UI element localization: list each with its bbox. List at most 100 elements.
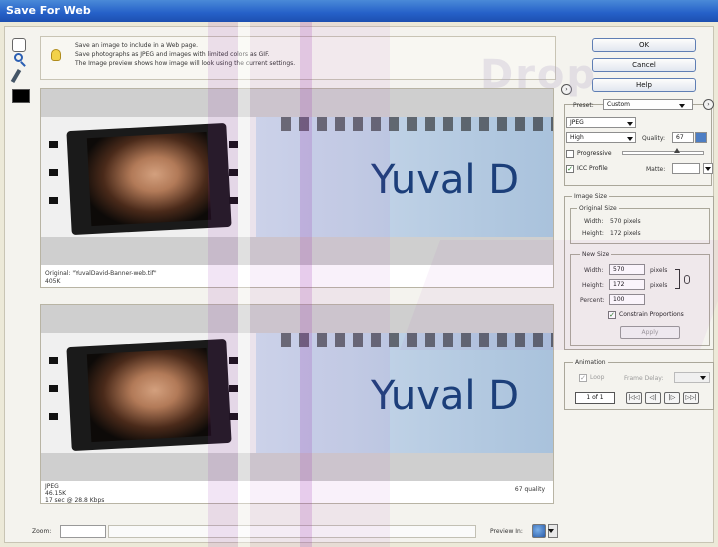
save-for-web-dialog: Save For Web Save an image to include in… bbox=[0, 0, 718, 547]
chevron-down-icon bbox=[627, 137, 633, 141]
info-line-1: Save an image to include in a Web page. bbox=[75, 42, 199, 49]
film-hole bbox=[229, 385, 238, 392]
icc-profile-label: ICC Profile bbox=[577, 165, 608, 172]
progressive-label: Progressive bbox=[577, 150, 612, 157]
hand-tool-icon[interactable] bbox=[12, 38, 26, 52]
width-label: Width: bbox=[584, 267, 604, 274]
first-frame-button[interactable]: |◁◁ bbox=[626, 392, 642, 404]
preview-margin-bottom bbox=[41, 237, 553, 265]
optimized-preview-pane[interactable]: Yuval D JPEG 46.15K 17 sec @ 28.8 Kbps 6… bbox=[40, 304, 554, 504]
film-hole bbox=[49, 357, 58, 364]
banner-title: Yuval D bbox=[371, 157, 520, 203]
quality-input[interactable]: 67 bbox=[672, 132, 694, 143]
format-select[interactable]: JPEG bbox=[566, 117, 636, 128]
frame-delay-select[interactable] bbox=[674, 372, 710, 383]
orig-height-value: 172 pixels bbox=[610, 230, 641, 237]
loop-checkbox[interactable]: ✓ bbox=[579, 374, 587, 382]
film-hole bbox=[49, 169, 58, 176]
height-input[interactable]: 172 bbox=[609, 279, 645, 290]
zoom-bar: Zoom: Preview In: bbox=[32, 524, 558, 540]
film-hole bbox=[49, 197, 58, 204]
frame-counter: 1 of 1 bbox=[575, 392, 615, 404]
film-strip-edge bbox=[281, 333, 553, 347]
chevron-down-icon bbox=[705, 166, 711, 171]
portrait-photo bbox=[86, 347, 212, 443]
optimized-quality: 67 quality bbox=[514, 486, 545, 493]
optimized-banner-image: Yuval D bbox=[41, 333, 553, 453]
icc-profile-checkbox[interactable]: ✓ bbox=[566, 165, 574, 173]
chevron-down-icon bbox=[679, 104, 685, 108]
constrain-link-bracket bbox=[675, 269, 680, 289]
zoom-label: Zoom: bbox=[32, 528, 52, 535]
film-hole bbox=[229, 197, 238, 204]
settings-menu-icon[interactable]: › bbox=[703, 99, 714, 110]
film-hole bbox=[229, 169, 238, 176]
height-label: Height: bbox=[582, 282, 604, 289]
matte-label: Matte: bbox=[646, 166, 666, 173]
status-field bbox=[108, 525, 476, 538]
loop-label: Loop bbox=[590, 374, 605, 381]
zoom-select[interactable] bbox=[60, 525, 106, 538]
last-frame-button[interactable]: ▷▷| bbox=[683, 392, 699, 404]
film-hole bbox=[49, 141, 58, 148]
chain-link-icon bbox=[684, 275, 690, 284]
percent-label: Percent: bbox=[580, 297, 605, 304]
help-button[interactable]: Help bbox=[592, 78, 696, 92]
portrait-photo bbox=[86, 131, 212, 227]
eyedropper-color-swatch[interactable] bbox=[12, 89, 30, 103]
film-hole bbox=[49, 413, 58, 420]
original-filesize: 405K bbox=[45, 278, 61, 285]
frame-delay-label: Frame Delay: bbox=[624, 375, 664, 382]
film-hole bbox=[229, 413, 238, 420]
animation-label: Animation bbox=[573, 359, 608, 366]
film-strip-edge bbox=[281, 117, 553, 131]
chevron-down-icon bbox=[548, 529, 554, 533]
apply-button[interactable]: Apply bbox=[620, 326, 680, 339]
orig-height-label: Height: bbox=[582, 230, 604, 237]
original-size-group bbox=[570, 208, 710, 244]
constrain-proportions-checkbox[interactable]: ✓ bbox=[608, 311, 616, 319]
film-hole bbox=[229, 357, 238, 364]
height-unit: pixels bbox=[650, 282, 668, 289]
compression-select[interactable]: High bbox=[566, 132, 636, 143]
orig-width-label: Width: bbox=[584, 218, 604, 225]
constrain-proportions-label: Constrain Proportions bbox=[619, 311, 684, 318]
info-bar: Save an image to include in a Web page. … bbox=[40, 36, 556, 80]
optimized-download-time: 17 sec @ 28.8 Kbps bbox=[45, 497, 105, 504]
zoom-handle bbox=[20, 61, 26, 67]
original-size-label: Original Size bbox=[577, 205, 619, 212]
next-frame-button[interactable]: |▷ bbox=[664, 392, 680, 404]
chevron-down-icon bbox=[700, 375, 706, 380]
matte-select[interactable] bbox=[672, 163, 700, 174]
quality-label: Quality: bbox=[642, 135, 666, 142]
cancel-button[interactable]: Cancel bbox=[592, 58, 696, 72]
zoom-tool-icon[interactable] bbox=[13, 53, 29, 67]
quality-slider-toggle[interactable] bbox=[695, 132, 707, 143]
ok-button[interactable]: OK bbox=[592, 38, 696, 52]
quality-slider[interactable] bbox=[622, 148, 704, 155]
original-filename: Original: "YuvalDavid-Banner-web.tif" bbox=[45, 270, 157, 277]
preset-label: Preset: bbox=[573, 102, 594, 109]
new-size-label: New Size bbox=[580, 251, 612, 258]
width-unit: pixels bbox=[650, 267, 668, 274]
chevron-down-icon bbox=[627, 122, 633, 126]
progressive-checkbox[interactable] bbox=[566, 150, 574, 158]
preview-margin-bottom bbox=[41, 453, 553, 481]
matte-dropdown[interactable] bbox=[703, 163, 713, 174]
original-preview-pane[interactable]: Yuval D Original: "YuvalDavid-Banner-web… bbox=[40, 88, 554, 288]
browser-preview-globe-icon[interactable] bbox=[532, 524, 546, 538]
image-size-label: Image Size bbox=[572, 193, 610, 200]
window-title: Save For Web bbox=[0, 0, 718, 22]
browser-menu-button[interactable] bbox=[548, 524, 558, 538]
film-hole bbox=[229, 141, 238, 148]
width-input[interactable]: 570 bbox=[609, 264, 645, 275]
info-line-2: Save photographs as JPEG and images with… bbox=[75, 51, 270, 58]
previous-frame-button[interactable]: ◁| bbox=[645, 392, 661, 404]
lightbulb-icon bbox=[51, 49, 61, 61]
banner-title: Yuval D bbox=[371, 373, 520, 419]
percent-input[interactable]: 100 bbox=[609, 294, 645, 305]
watermark-logo: Drop bbox=[480, 52, 598, 98]
original-banner-image: Yuval D bbox=[41, 117, 553, 237]
orig-width-value: 570 pixels bbox=[610, 218, 641, 225]
slider-thumb-icon[interactable] bbox=[673, 148, 680, 153]
